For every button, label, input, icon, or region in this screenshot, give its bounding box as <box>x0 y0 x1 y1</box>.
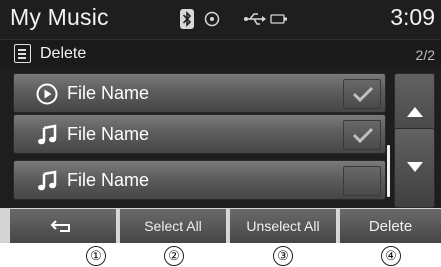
list-item[interactable]: File Name <box>13 160 386 200</box>
scroll-up-icon <box>407 107 423 117</box>
music-note-icon <box>36 170 58 192</box>
unselect-all-button[interactable]: Unselect All <box>230 209 338 243</box>
list-item[interactable]: File Name <box>13 73 386 113</box>
scroll-down-button[interactable] <box>394 128 435 208</box>
status-icons <box>180 9 288 29</box>
callout-1: ① <box>86 246 106 266</box>
delete-button[interactable]: Delete <box>340 209 441 243</box>
music-note-icon <box>36 124 58 146</box>
bluetooth-icon <box>180 9 194 29</box>
battery-icon <box>270 13 288 25</box>
file-name-label: File Name <box>67 170 150 190</box>
clock: 3:09 <box>390 4 435 30</box>
music-screen: My Music 3:09 Delete 2/2 File Name File … <box>0 0 441 243</box>
page-indicator: 2/2 <box>415 47 435 63</box>
checkmark-icon <box>352 127 374 144</box>
play-circle-icon <box>36 83 58 105</box>
checkmark-icon <box>352 86 374 103</box>
list-icon <box>14 44 31 63</box>
screen-title: My Music <box>10 4 109 30</box>
callout-2: ② <box>164 246 184 266</box>
back-arrow-icon <box>50 220 70 232</box>
checkbox[interactable] <box>343 79 381 109</box>
scrollbar[interactable] <box>387 145 390 197</box>
file-name-label: File Name <box>67 83 150 103</box>
file-name-label: File Name <box>67 124 150 144</box>
back-button[interactable] <box>10 209 118 243</box>
checkbox[interactable] <box>343 166 381 196</box>
mode-label: Delete <box>40 45 87 62</box>
checkbox[interactable] <box>343 120 381 150</box>
disc-icon <box>204 11 220 27</box>
callout-4: ④ <box>381 246 401 266</box>
list-item[interactable]: File Name <box>13 114 386 154</box>
callout-3: ③ <box>273 246 293 266</box>
mode-bar: Delete 2/2 <box>0 39 441 67</box>
usb-icon <box>244 12 266 26</box>
bottom-toolbar: Select All Unselect All Delete <box>0 208 441 243</box>
scroll-down-icon <box>407 162 423 172</box>
select-all-button[interactable]: Select All <box>120 209 228 243</box>
